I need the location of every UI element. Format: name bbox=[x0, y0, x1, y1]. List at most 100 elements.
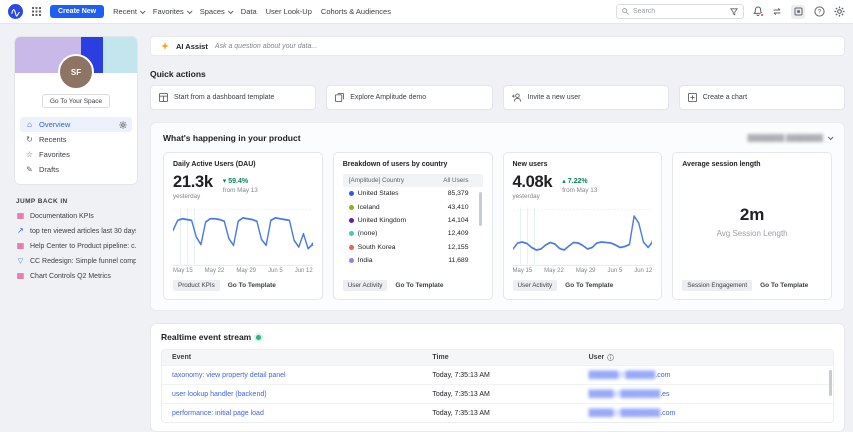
menu-spaces[interactable]: Spaces bbox=[200, 7, 232, 16]
country-name: (none) bbox=[358, 230, 378, 237]
sidebar-item-label: Overview bbox=[39, 120, 70, 129]
jump-back-in-item[interactable]: Chart Controls Q2 Metrics bbox=[16, 272, 136, 280]
user-email-masked[interactable]: █████@████████ bbox=[589, 410, 661, 417]
demo-play-icon bbox=[335, 93, 344, 102]
avatar[interactable]: SF bbox=[58, 54, 94, 90]
user-email-tld[interactable]: .com bbox=[655, 372, 670, 379]
explore-amplitude-demo-button[interactable]: Explore Amplitude demo bbox=[326, 85, 492, 110]
jump-item-label: Help Center to Product pipeline: c... bbox=[30, 243, 136, 250]
go-to-template-link[interactable]: Go To Template bbox=[760, 282, 808, 289]
event-row[interactable]: taxonomy: view property detail panel Tod… bbox=[162, 365, 833, 384]
menu-favorites[interactable]: Favorites bbox=[153, 7, 191, 16]
svg-text:?: ? bbox=[818, 10, 822, 16]
dau-card-title: Daily Active Users (DAU) bbox=[173, 161, 313, 168]
info-icon[interactable] bbox=[607, 354, 614, 361]
sidebar-item-favorites[interactable]: ☆ Favorites bbox=[20, 147, 132, 162]
user-email-tld[interactable]: .com bbox=[660, 410, 675, 417]
user-space-card: SF Go To Your Space ⌂ Overview ↻ Recents… bbox=[14, 36, 138, 185]
menu-user-look-up[interactable]: User Look-Up bbox=[266, 7, 312, 16]
jump-back-in-section: JUMP BACK IN Documentation KPIs top ten … bbox=[14, 198, 138, 280]
dau-line-chart[interactable] bbox=[173, 203, 313, 267]
content-type-icon bbox=[16, 242, 25, 250]
all-users-column-header: All Users bbox=[443, 177, 476, 184]
help-icon[interactable]: ? bbox=[814, 6, 825, 17]
quick-action-label: Explore Amplitude demo bbox=[350, 94, 426, 101]
start-from-dashboard-template-button[interactable]: Start from a dashboard template bbox=[150, 85, 316, 110]
go-to-your-space-button[interactable]: Go To Your Space bbox=[42, 94, 110, 108]
event-link[interactable]: user lookup handler (backend) bbox=[172, 391, 432, 398]
user-email-tld[interactable]: .es bbox=[660, 391, 669, 398]
chevron-down-icon bbox=[228, 8, 234, 14]
create-a-chart-button[interactable]: Create a chart bbox=[679, 85, 845, 110]
new-users-line-chart[interactable] bbox=[513, 203, 653, 267]
jump-back-in-item[interactable]: top ten viewed articles last 30 days bbox=[16, 227, 136, 235]
menu-recent[interactable]: Recent bbox=[113, 7, 144, 16]
sync-arrows-icon[interactable] bbox=[772, 7, 782, 16]
user-activity-tag[interactable]: User Activity bbox=[343, 280, 388, 291]
menu-data[interactable]: Data bbox=[241, 7, 257, 16]
session-length-caption: Avg Session Length bbox=[717, 229, 788, 238]
sidebar-item-overview[interactable]: ⌂ Overview bbox=[20, 117, 132, 132]
country-row[interactable]: India 11,689 bbox=[343, 254, 483, 267]
country-row[interactable]: (none) 12,409 bbox=[343, 227, 483, 240]
notifications-bell-icon[interactable] bbox=[753, 6, 763, 17]
ai-assist-bar[interactable]: AI Assist Ask a question about your data… bbox=[150, 36, 845, 56]
event-link[interactable]: taxonomy: view property detail panel bbox=[172, 372, 432, 379]
user-email-masked[interactable]: █████@████████ bbox=[589, 391, 661, 398]
invite-new-user-button[interactable]: Invite a new user bbox=[503, 85, 669, 110]
dau-compare: from May 13 bbox=[223, 187, 258, 194]
country-row[interactable]: Iceland 43,410 bbox=[343, 200, 483, 213]
menu-cohorts-audiences[interactable]: Cohorts & Audiences bbox=[321, 7, 391, 16]
content-type-icon bbox=[16, 272, 25, 280]
search-filter-icon[interactable] bbox=[730, 8, 738, 16]
jump-back-in-item[interactable]: CC Redesign: Simple funnel comp... bbox=[16, 257, 136, 265]
jump-back-in-item[interactable]: Help Center to Product pipeline: c... bbox=[16, 242, 136, 250]
country-breakdown-card: Breakdown of users by country [Amplitude… bbox=[333, 152, 493, 300]
search-input[interactable] bbox=[633, 8, 726, 15]
realtime-rows: taxonomy: view property detail panel Tod… bbox=[162, 365, 833, 422]
user-email-masked[interactable]: ██████@██████ bbox=[589, 372, 656, 379]
go-to-template-link[interactable]: Go To Template bbox=[228, 282, 276, 289]
event-link[interactable]: performance: initial page load bbox=[172, 410, 432, 417]
apps-grid-icon[interactable] bbox=[32, 7, 41, 16]
event-row[interactable]: user lookup handler (backend) Today, 7:3… bbox=[162, 384, 833, 403]
session-engagement-tag[interactable]: Session Engagement bbox=[682, 280, 752, 291]
country-row[interactable]: South Korea 12,155 bbox=[343, 241, 483, 254]
country-name: United States bbox=[358, 190, 399, 197]
product-kpis-tag[interactable]: Product KPIs bbox=[173, 280, 220, 291]
new-users-card-title: New users bbox=[513, 161, 653, 168]
project-selector-masked-label: ████████ ████████ bbox=[748, 135, 824, 142]
content-type-icon bbox=[16, 227, 25, 235]
overview-settings-gear-icon[interactable] bbox=[119, 121, 127, 129]
realtime-title: Realtime event stream bbox=[161, 332, 251, 342]
series-color-dot bbox=[349, 191, 354, 196]
dashboard-template-icon bbox=[159, 93, 168, 102]
user-activity-tag[interactable]: User Activity bbox=[513, 280, 558, 291]
product-switcher-icon[interactable] bbox=[791, 5, 805, 19]
create-new-button[interactable]: Create New bbox=[50, 5, 104, 18]
quick-actions-row: Start from a dashboard template Explore … bbox=[150, 85, 845, 110]
go-to-template-link[interactable]: Go To Template bbox=[395, 282, 443, 289]
new-users-compare: from May 13 bbox=[562, 187, 597, 194]
sidebar-item-label: Favorites bbox=[39, 150, 70, 159]
go-to-template-link[interactable]: Go To Template bbox=[565, 282, 613, 289]
sidebar-item-recents[interactable]: ↻ Recents bbox=[20, 132, 132, 147]
settings-gear-icon[interactable] bbox=[834, 6, 845, 17]
search-box[interactable] bbox=[616, 4, 744, 19]
project-selector-dropdown[interactable]: ████████ ████████ bbox=[748, 135, 833, 142]
quick-action-label: Start from a dashboard template bbox=[174, 94, 274, 101]
jump-back-in-item[interactable]: Documentation KPIs bbox=[16, 212, 136, 220]
star-icon: ☆ bbox=[25, 151, 34, 159]
event-time: Today, 7:35:13 AM bbox=[432, 391, 588, 398]
sidebar-item-drafts[interactable]: ✎ Drafts bbox=[20, 162, 132, 177]
table-scrollbar[interactable] bbox=[829, 370, 832, 396]
ai-assist-placeholder[interactable]: Ask a question about your data... bbox=[215, 43, 317, 50]
amplitude-logo-icon[interactable] bbox=[8, 4, 23, 19]
event-row[interactable]: performance: initial page load Today, 7:… bbox=[162, 403, 833, 422]
country-users-value: 11,689 bbox=[448, 257, 476, 264]
table-scrollbar[interactable] bbox=[479, 192, 482, 226]
country-row[interactable]: United States 85,379 bbox=[343, 187, 483, 200]
country-row[interactable]: United Kingdom 14,104 bbox=[343, 214, 483, 227]
chevron-down-icon bbox=[828, 134, 834, 140]
create-chart-icon bbox=[688, 93, 697, 102]
